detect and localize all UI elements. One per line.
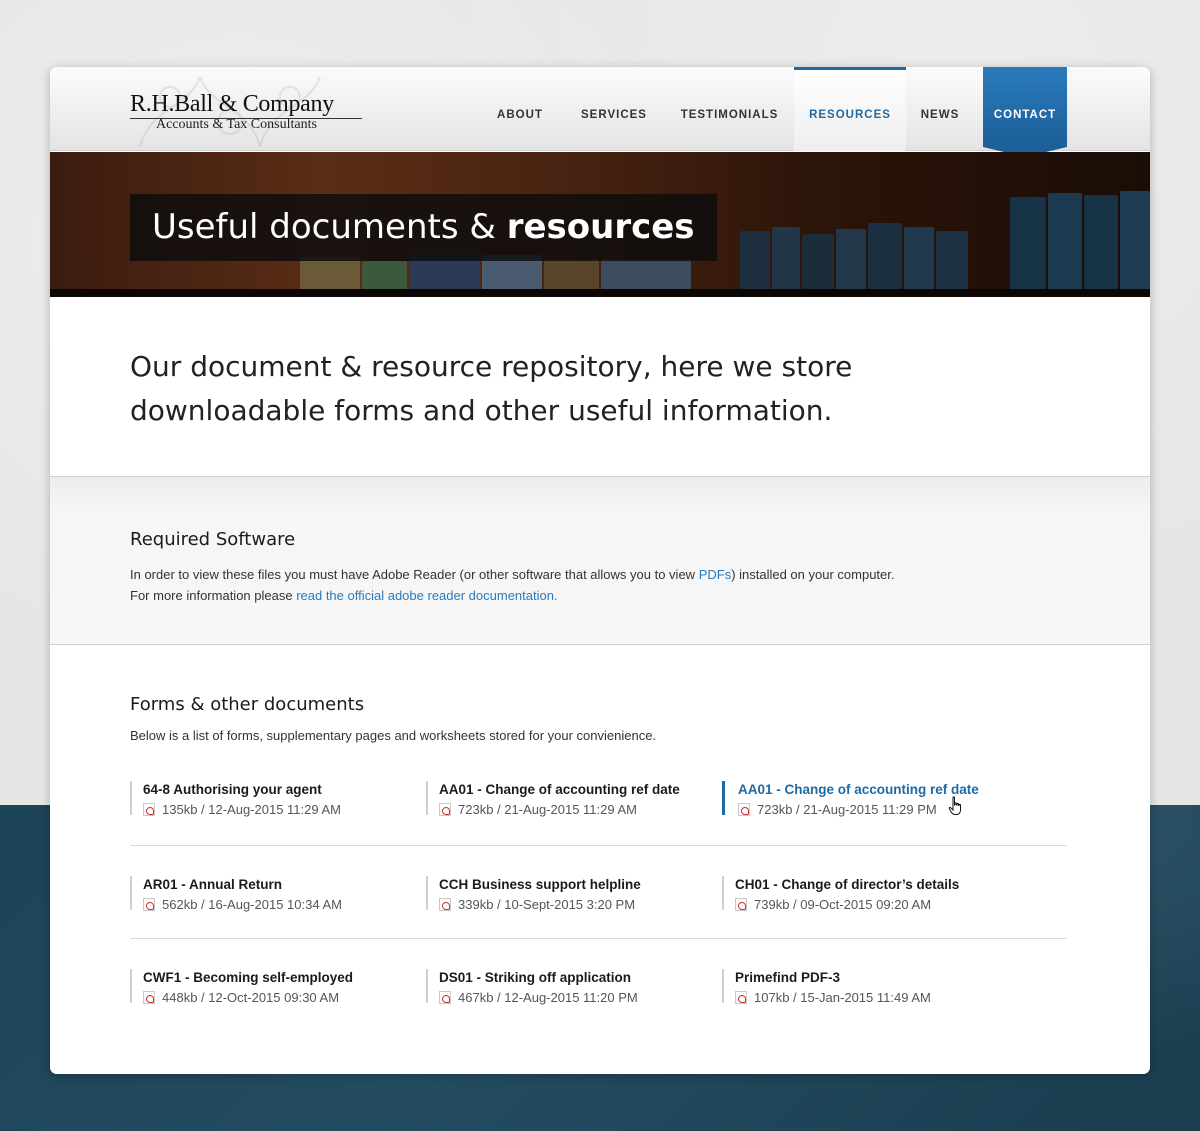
document-link[interactable]: AA01 - Change of accounting ref date 723… — [426, 781, 706, 817]
document-name: Primefind PDF-3 — [735, 970, 841, 985]
pdf-icon — [143, 898, 155, 911]
software-text-part: For more information please — [130, 588, 297, 603]
site-header: R.H.Ball & Company Accounts & Tax Consul… — [50, 67, 1150, 157]
required-software-section: Required Software In order to view these… — [50, 476, 1150, 645]
book-decoration — [1084, 195, 1118, 289]
document-meta: 739kb / 09-Oct-2015 09:20 AM — [735, 897, 1002, 912]
document-meta-text: 107kb / 15-Jan-2015 11:49 AM — [754, 990, 931, 1005]
document-link[interactable]: CWF1 - Becoming self-employed 448kb / 12… — [130, 969, 410, 1005]
document-meta: 107kb / 15-Jan-2015 11:49 AM — [735, 990, 1002, 1005]
shelf-decoration — [50, 289, 1150, 297]
document-meta: 339kb / 10-Sept-2015 3:20 PM — [439, 897, 706, 912]
intro-section: Our document & resource repository, here… — [50, 297, 1150, 476]
software-text-part: In order to view these files you must ha… — [130, 567, 699, 582]
document-link[interactable]: CH01 - Change of director’s details 739k… — [722, 876, 1002, 912]
book-decoration — [362, 261, 407, 289]
pdf-icon — [735, 991, 747, 1004]
book-decoration — [1048, 193, 1082, 289]
forms-heading: Forms & other documents — [130, 694, 365, 715]
hero-title-bold: resources — [506, 207, 695, 247]
pdf-icon — [143, 803, 155, 816]
pdf-icon — [735, 898, 747, 911]
document-meta-text: 739kb / 09-Oct-2015 09:20 AM — [754, 897, 932, 912]
required-software-heading: Required Software — [130, 529, 296, 550]
document-link[interactable]: 64-8 Authorising your agent 135kb / 12-A… — [130, 781, 410, 817]
book-decoration — [772, 227, 800, 289]
book-decoration — [836, 229, 866, 289]
document-name: CWF1 - Becoming self-employed — [143, 970, 354, 985]
book-decoration — [544, 259, 599, 289]
hero-title-box: Useful documents & resources — [130, 194, 717, 261]
intro-text: Our document & resource repository, here… — [130, 350, 853, 427]
document-link[interactable]: AR01 - Annual Return 562kb / 16-Aug-2015… — [130, 876, 410, 912]
book-decoration — [601, 259, 691, 289]
forms-description: Below is a list of forms, supplementary … — [130, 728, 657, 743]
row-divider — [130, 938, 1067, 939]
document-meta: 135kb / 12-Aug-2015 11:29 AM — [143, 802, 410, 817]
document-name: DS01 - Striking off application — [439, 970, 632, 985]
document-name: CCH Business support helpline — [439, 877, 641, 892]
document-link[interactable]: CCH Business support helpline 339kb / 10… — [426, 876, 706, 912]
pdf-icon — [738, 803, 750, 816]
document-meta: 467kb / 12-Aug-2015 11:20 PM — [439, 990, 706, 1005]
nav-item-testimonials[interactable]: TESTIMONIALS — [674, 67, 785, 151]
book-decoration — [1010, 197, 1046, 289]
nav-item-news[interactable]: NEWS — [910, 67, 970, 151]
document-meta: 562kb / 16-Aug-2015 10:34 AM — [143, 897, 410, 912]
document-meta-text: 135kb / 12-Aug-2015 11:29 AM — [162, 802, 341, 817]
book-decoration — [936, 231, 968, 289]
hero-title: Useful documents & resources — [152, 194, 695, 261]
book-decoration — [904, 227, 934, 289]
document-meta: 448kb / 12-Oct-2015 09:30 AM — [143, 990, 410, 1005]
document-meta-text: 448kb / 12-Oct-2015 09:30 AM — [162, 990, 340, 1005]
required-software-text: In order to view these files you must ha… — [130, 564, 1030, 606]
software-text-part: ) installed on your computer. — [731, 567, 895, 582]
document-meta: 723kb / 21-Aug-2015 11:29 AM — [439, 802, 706, 817]
nav-item-about[interactable]: ABOUT — [480, 67, 560, 151]
book-decoration — [300, 257, 360, 289]
document-link[interactable]: DS01 - Striking off application 467kb / … — [426, 969, 706, 1005]
adobe-docs-link[interactable]: read the official adobe reader documenta… — [296, 588, 557, 603]
book-decoration — [868, 223, 902, 289]
main-nav: ABOUT SERVICES TESTIMONIALS RESOURCES NE… — [50, 67, 1150, 151]
document-name: AA01 - Change of accounting ref date — [439, 782, 680, 797]
book-decoration — [802, 234, 834, 289]
page-card: R.H.Ball & Company Accounts & Tax Consul… — [50, 67, 1150, 1074]
document-meta-text: 562kb / 16-Aug-2015 10:34 AM — [162, 897, 342, 912]
nav-item-contact[interactable]: CONTACT — [983, 67, 1067, 147]
book-decoration — [1120, 191, 1150, 289]
pdf-icon — [143, 991, 155, 1004]
document-name: CH01 - Change of director’s details — [735, 877, 960, 892]
pdf-icon — [439, 898, 451, 911]
nav-item-services[interactable]: SERVICES — [572, 67, 656, 151]
document-link[interactable]: Primefind PDF-3 107kb / 15-Jan-2015 11:4… — [722, 969, 1002, 1005]
pdf-icon — [439, 991, 451, 1004]
forms-section: Forms & other documents Below is a list … — [50, 645, 1150, 1074]
pdfs-link[interactable]: PDFs — [699, 567, 732, 582]
hero-banner: Useful documents & resources — [50, 152, 1150, 297]
document-meta-text: 467kb / 12-Aug-2015 11:20 PM — [458, 990, 638, 1005]
document-name: 64-8 Authorising your agent — [143, 782, 322, 797]
document-name: AR01 - Annual Return — [143, 877, 283, 892]
nav-item-resources[interactable]: RESOURCES — [794, 67, 906, 151]
pdf-icon — [439, 803, 451, 816]
hand-pointer-icon — [948, 796, 961, 815]
document-meta-text: 723kb / 21-Aug-2015 11:29 PM — [757, 802, 937, 817]
document-meta-text: 339kb / 10-Sept-2015 3:20 PM — [458, 897, 636, 912]
book-decoration — [740, 231, 770, 289]
document-meta-text: 723kb / 21-Aug-2015 11:29 AM — [458, 802, 637, 817]
hero-title-light: Useful documents & — [152, 207, 507, 247]
row-divider — [130, 845, 1067, 846]
